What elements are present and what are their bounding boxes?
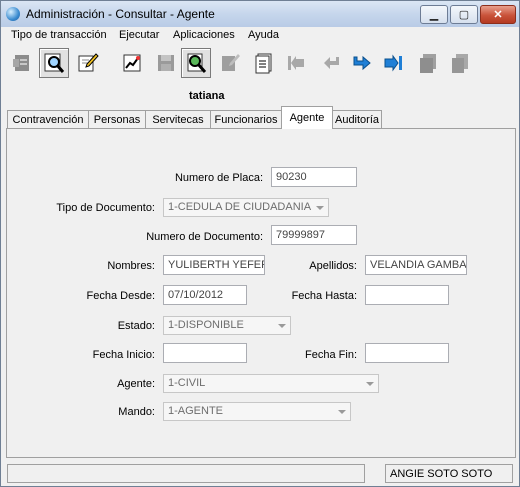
maximize-icon: ▢ [458,9,470,21]
nombres-field[interactable]: YULIBERTH YEFERS [163,255,265,275]
numero-placa-label: Numero de Placa: [174,172,263,184]
agente-form-panel: Numero de Placa: 90230 Tipo de Documento… [6,128,516,458]
fecha-desde-field[interactable]: 07/10/2012 [163,285,247,305]
tab-auditoria[interactable]: Auditoría [332,110,382,128]
tab-agente[interactable]: Agente [281,106,333,129]
close-button[interactable]: ✕ [480,5,516,24]
nombres-label: Nombres: [107,260,155,272]
estado-value: 1-DISPONIBLE [168,319,244,331]
tab-personas[interactable]: Personas [88,110,146,128]
apellidos-field[interactable]: VELANDIA GAMBA [365,255,467,275]
query-button[interactable] [39,48,69,78]
chevron-down-icon [278,324,286,328]
numero-placa-field[interactable]: 90230 [271,167,357,187]
minimize-icon: ▁ [429,9,439,21]
new-record-button[interactable] [7,48,37,78]
menu-bar: Tipo de transacción Ejecutar Aplicacione… [1,27,519,45]
tab-contravencion[interactable]: Contravención [7,110,89,128]
tipo-documento-label: Tipo de Documento: [56,202,155,214]
numero-documento-field[interactable]: 79999897 [271,225,357,245]
menu-tipo-transaccion[interactable]: Tipo de transacción [9,28,109,42]
fecha-fin-label: Fecha Fin: [305,349,357,361]
print-button[interactable] [413,48,443,78]
fecha-inicio-field[interactable] [163,343,247,363]
app-globe-icon [6,7,20,21]
last-record-button[interactable] [379,48,409,78]
document-list-button[interactable] [249,48,279,78]
delete-icon [222,54,240,71]
menu-ejecutar[interactable]: Ejecutar [117,28,161,42]
edit-button[interactable] [73,48,103,78]
status-message [7,464,365,483]
close-icon: ✕ [493,9,503,21]
fecha-fin-field[interactable] [365,343,449,363]
numero-documento-label: Numero de Documento: [146,231,263,243]
status-user: ANGIE SOTO SOTO [385,464,513,483]
current-user-label: tatiana [189,90,225,102]
status-bar: ANGIE SOTO SOTO [1,462,519,486]
window-title: Administración - Consultar - Agente [26,7,215,21]
agente-select[interactable]: 1-CIVIL [163,374,379,393]
minimize-button[interactable]: ▁ [420,5,448,24]
chart-icon [123,54,141,72]
fecha-desde-label: Fecha Desde: [86,290,155,302]
first-record-icon [288,56,304,70]
mando-select[interactable]: 1-AGENTE [163,402,351,421]
query-icon [44,53,65,73]
estado-select[interactable]: 1-DISPONIBLE [163,316,291,335]
save-button[interactable] [151,48,181,78]
apellidos-label: Apellidos: [309,260,357,272]
edit-icon [78,53,99,72]
menu-aplicaciones[interactable]: Aplicaciones [171,28,237,42]
mando-value: 1-AGENTE [168,405,224,417]
tab-servitecas[interactable]: Servitecas [145,110,211,128]
search-user-button[interactable] [181,48,211,78]
fecha-inicio-label: Fecha Inicio: [92,349,155,361]
tipo-documento-select[interactable]: 1-CEDULA DE CIUDADANIA [163,198,329,217]
fecha-hasta-label: Fecha Hasta: [291,290,357,302]
tab-funcionarios[interactable]: Funcionarios [210,110,282,128]
agente-label: Agente: [117,378,155,390]
chevron-down-icon [366,382,374,386]
new-record-icon [13,55,29,71]
print-icon [420,54,436,73]
app-window: Administración - Consultar - Agente ▁ ▢ … [0,0,520,487]
previous-record-button[interactable] [317,48,347,78]
next-record-button[interactable] [347,48,377,78]
chart-button[interactable] [117,48,147,78]
title-bar[interactable]: Administración - Consultar - Agente ▁ ▢ … [1,1,519,28]
agente-value: 1-CIVIL [168,377,206,389]
previous-record-icon [324,57,339,69]
mando-label: Mando: [118,406,155,418]
estado-label: Estado: [117,320,155,332]
menu-ayuda[interactable]: Ayuda [246,28,281,42]
save-icon [158,55,174,71]
delete-button[interactable] [215,48,245,78]
first-record-button[interactable] [281,48,311,78]
toolbar [1,46,519,82]
chevron-down-icon [316,206,324,210]
export-button[interactable] [445,48,475,78]
chevron-down-icon [338,410,346,414]
maximize-button[interactable]: ▢ [450,5,478,24]
tipo-documento-value: 1-CEDULA DE CIUDADANIA [168,201,312,213]
next-record-icon [353,55,371,71]
last-record-icon [384,54,402,72]
export-icon [452,54,468,73]
fecha-hasta-field[interactable] [365,285,449,305]
document-list-icon [255,53,272,74]
search-user-icon [187,53,207,73]
